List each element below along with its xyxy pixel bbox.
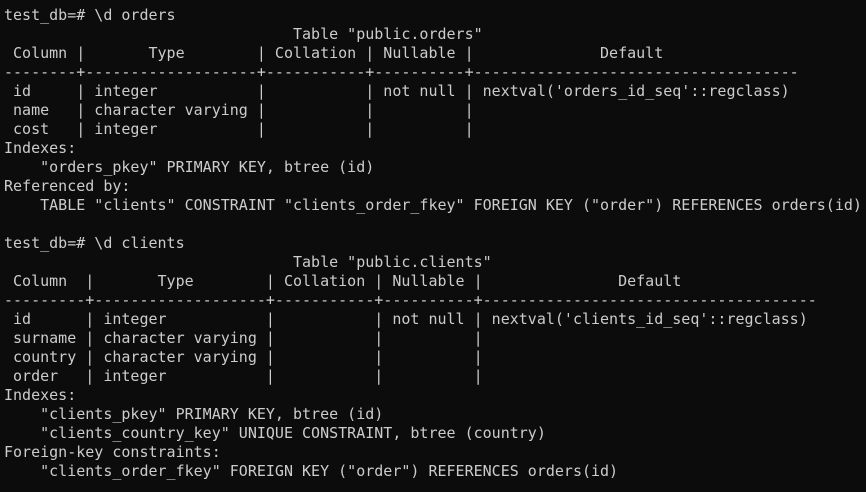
clients-header-separator: ---------+-------------------+----------… [4,291,817,309]
clients-fk-label: Foreign-key constraints: [4,443,221,461]
orders-row-id: id | integer | | not null | nextval('ord… [4,82,790,100]
clients-row-id: id | integer | | not null | nextval('cli… [4,310,808,328]
orders-row-name: name | character varying | | | [4,101,474,119]
orders-row-cost: cost | integer | | | [4,120,474,138]
orders-referenced-by-clients: TABLE "clients" CONSTRAINT "clients_orde… [4,196,862,214]
orders-referenced-by-label: Referenced by: [4,177,131,195]
table-title-clients: Table "public.clients" [4,253,492,271]
prompt-command-orders: test_db=# \d orders [4,6,176,24]
prompt-command-clients: test_db=# \d clients [4,234,185,252]
clients-index-country-key: "clients_country_key" UNIQUE CONSTRAINT,… [4,424,546,442]
clients-row-surname: surname | character varying | | | [4,329,483,347]
orders-index-pkey: "orders_pkey" PRIMARY KEY, btree (id) [4,158,375,176]
orders-indexes-label: Indexes: [4,139,77,157]
clients-fk-order: "clients_order_fkey" FOREIGN KEY ("order… [4,462,619,480]
terminal-window[interactable]: test_db=# \d orders Table "public.orders… [0,0,866,492]
clients-index-pkey: "clients_pkey" PRIMARY KEY, btree (id) [4,405,384,423]
orders-header-separator: --------+-------------------+-----------… [4,63,799,81]
table-title-orders: Table "public.orders" [4,25,483,43]
clients-column-header: Column | Type | Collation | Nullable | D… [4,272,682,290]
orders-column-header: Column | Type | Collation | Nullable | D… [4,44,664,62]
clients-row-country: country | character varying | | | [4,348,483,366]
clients-indexes-label: Indexes: [4,386,77,404]
clients-row-order: order | integer | | | [4,367,483,385]
